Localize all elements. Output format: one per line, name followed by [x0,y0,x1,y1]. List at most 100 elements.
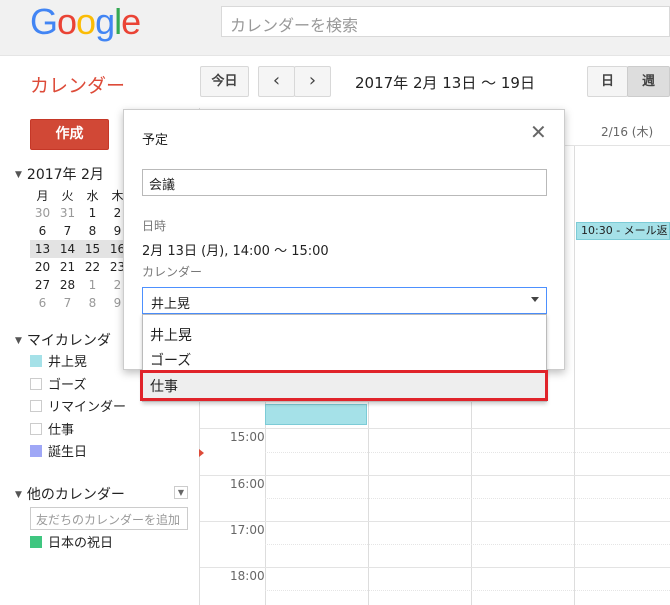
grid-column-line [574,145,575,605]
mini-calendar-day[interactable]: 22 [80,258,105,276]
dropdown-option[interactable]: ゴーズ [150,350,191,370]
calendar-list-label: 日本の祝日 [48,536,114,551]
mini-calendar-day[interactable]: 6 [30,222,55,240]
mini-calendar-day[interactable]: 7 [55,222,80,240]
time-label: 17:00 [230,523,265,537]
my-calendars-label: マイカレンダ [26,333,111,349]
google-logo[interactable]: Google [30,1,141,42]
new-event-block[interactable] [265,404,367,425]
calendar-color-swatch[interactable] [30,536,42,548]
other-calendars-label: 他のカレンダー [26,487,125,503]
calendar-event[interactable]: 10:30 - メール返 [576,222,670,240]
mini-calendar-day[interactable]: 30 [30,204,55,222]
logo-letter: o [76,1,96,42]
logo-letter: l [114,1,122,42]
mini-calendar-week: 6789 [30,294,130,312]
calendar-color-swatch[interactable] [30,445,42,457]
other-calendars-heading[interactable]: ▼ 他のカレンダー [15,484,125,504]
grid-half-line [265,544,670,545]
calendar-select[interactable]: 井上晃 [142,287,547,314]
calendar-label: カレンダー [142,265,203,279]
close-icon[interactable]: ✕ [530,122,547,142]
grid-row-line [200,475,670,476]
mini-calendar-day[interactable]: 1 [80,204,105,222]
previous-button[interactable]: ‹ [258,66,295,97]
logo-letter: o [57,1,77,42]
mini-calendar-day[interactable]: 14 [55,240,80,258]
calendar-list-item[interactable]: 誕生日 [30,444,87,462]
current-time-marker [199,449,204,457]
calendar-list-item[interactable]: 日本の祝日 [30,535,113,553]
mini-calendar-week: 20 21 22 23 [30,258,130,276]
mini-calendar-month[interactable]: ▼ 2017年 2月 [15,164,104,184]
when-label: 日時 [142,219,167,233]
dropdown-option[interactable]: 井上晃 [150,325,192,345]
logo-letter: e [121,1,141,42]
mini-calendar-day[interactable]: 21 [55,258,80,276]
mini-calendar-week: 30 31 1 2 [30,204,130,222]
mini-calendar-week: 27 28 1 2 [30,276,130,294]
collapse-triangle-icon[interactable]: ▼ [15,170,22,180]
mini-calendar-day[interactable]: 13 [30,240,55,258]
calendar-list-item[interactable]: リマインダー [30,399,126,417]
mini-calendar-day[interactable]: 15 [80,240,105,258]
calendar-list-label: 仕事 [48,422,75,438]
grid-row-line [200,521,670,522]
weekday-header: 火 [61,188,74,203]
logo-letter: G [30,1,58,42]
column-header-thursday[interactable]: 2/16 (木) [601,123,653,140]
logo-letter: g [95,1,115,42]
create-button[interactable]: 作成 [30,119,109,150]
weekday-header: 水 [86,188,99,203]
app-title[interactable]: カレンダー [30,71,125,98]
calendar-color-swatch[interactable] [30,400,42,412]
mini-month-label: 2017年 2月 [26,167,104,183]
mini-calendar-day[interactable]: 20 [30,258,55,276]
calendar-list-label: 誕生日 [48,445,88,460]
date-range: 2017年 2月 13日 ～ 19日 [355,74,535,92]
mini-calendar-day[interactable]: 31 [55,204,80,222]
calendar-list-label: ゴーズ [48,377,87,393]
grid-row-line [200,567,670,568]
mini-calendar-day[interactable]: 27 [30,276,55,294]
next-button[interactable]: › [294,66,331,97]
today-button[interactable]: 今日 [200,66,249,97]
highlight-box [140,370,548,401]
event-title-input[interactable]: 会議 [142,169,547,196]
add-friend-calendar-input[interactable]: 友だちのカレンダーを追加 [30,507,188,530]
week-view-button[interactable]: 週 [627,66,670,97]
grid-half-line [265,590,670,591]
mini-calendar-week: 6789 [30,222,130,240]
calendar-list-item[interactable]: 仕事 [30,422,74,440]
weekday-header: 月 [36,188,49,203]
mini-calendar-day[interactable]: 8 [80,222,105,240]
search-input[interactable]: カレンダーを検索 [221,6,670,37]
time-label: 16:00 [230,477,265,491]
mini-calendar-day[interactable]: 7 [55,294,80,312]
calendar-color-swatch[interactable] [30,422,42,435]
time-label: 15:00 [230,430,265,444]
calendar-list-label: 井上晃 [48,355,88,370]
my-calendars-heading[interactable]: ▼ マイカレンダ [15,330,111,350]
calendar-list-item[interactable]: 井上晃 [30,354,87,372]
calendar-color-swatch[interactable] [30,355,42,367]
mini-calendar-day[interactable]: 28 [55,276,80,294]
mini-calendar-week: 13 14 15 16 [30,240,130,258]
dialog-title: 予定 [142,133,169,148]
other-calendars-menu-icon[interactable]: ▼ [174,486,188,499]
calendar-list-item[interactable]: ゴーズ [30,377,86,395]
collapse-triangle-icon[interactable]: ▼ [15,490,22,500]
grid-half-line [265,452,670,453]
time-label: 18:00 [230,569,265,583]
calendar-list-label: リマインダー [48,400,127,415]
mini-calendar-day[interactable]: 8 [80,294,105,312]
mini-calendar-day[interactable]: 6 [30,294,55,312]
chevron-down-icon[interactable] [531,297,539,302]
grid-row-line [200,428,670,429]
day-view-button[interactable]: 日 [587,66,628,97]
mini-calendar: 月火水木 30 31 1 2 6 7 8 9 13 14 15 16 20 21 22 23 27 28 1 2 6 7 8… [30,186,130,312]
collapse-triangle-icon[interactable]: ▼ [15,336,22,346]
grid-half-line [265,498,670,499]
mini-calendar-day[interactable]: 1 [80,276,105,294]
calendar-color-swatch[interactable] [30,377,42,390]
